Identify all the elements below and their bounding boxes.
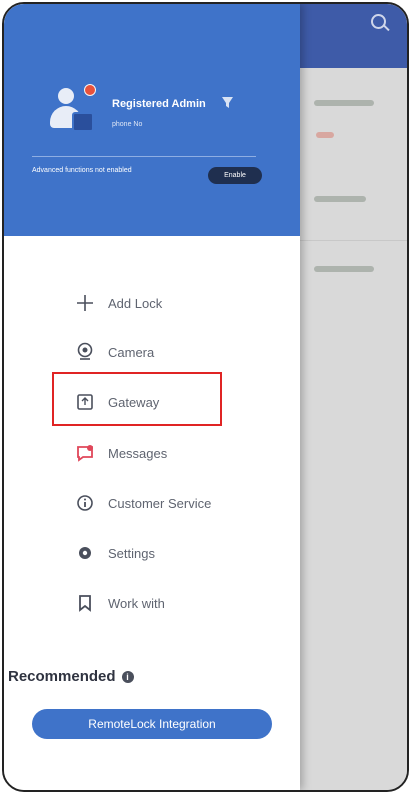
enable-button[interactable]: Enable bbox=[208, 167, 262, 184]
header-divider bbox=[32, 156, 256, 157]
edit-name-icon[interactable] bbox=[220, 94, 236, 110]
admin-name: Registered Admin bbox=[112, 98, 206, 110]
remotelock-integration-button[interactable]: RemoteLock Integration bbox=[32, 709, 272, 739]
menu-item-label: Work with bbox=[108, 595, 165, 611]
background-row bbox=[314, 266, 374, 272]
gateway-highlight bbox=[52, 372, 222, 426]
menu-item-label: Customer Service bbox=[108, 495, 212, 511]
background-row bbox=[316, 132, 334, 138]
message-icon bbox=[74, 442, 96, 464]
phone-number: phone No bbox=[112, 121, 143, 128]
info-circle-icon bbox=[74, 492, 96, 514]
menu-item-label: Messages bbox=[108, 445, 168, 461]
background-divider bbox=[300, 240, 407, 241]
recommended-heading: Recommended i bbox=[8, 668, 134, 685]
menu-item-label: Settings bbox=[108, 545, 155, 561]
avatar[interactable] bbox=[48, 84, 100, 136]
menu-item-label: Add Lock bbox=[108, 295, 163, 311]
background-app bbox=[300, 4, 407, 790]
search-icon[interactable] bbox=[371, 14, 391, 34]
admin-badge-icon bbox=[72, 112, 94, 132]
menu-item-camera[interactable]: Camera bbox=[74, 337, 274, 367]
plus-icon bbox=[74, 292, 96, 314]
phone-frame: Registered Admin phone No Advanced funct… bbox=[2, 2, 409, 792]
side-drawer: Registered Admin phone No Advanced funct… bbox=[4, 4, 300, 790]
info-icon[interactable]: i bbox=[121, 670, 134, 683]
recommended-title: Recommended bbox=[8, 668, 116, 685]
notification-dot bbox=[84, 84, 96, 96]
menu-item-add-lock[interactable]: Add Lock bbox=[74, 288, 274, 318]
camera-icon bbox=[74, 341, 96, 363]
bookmark-icon bbox=[74, 592, 96, 614]
background-row bbox=[314, 100, 374, 106]
background-row bbox=[314, 196, 366, 202]
menu-item-settings[interactable]: Settings bbox=[74, 538, 274, 568]
menu-item-label: Camera bbox=[108, 344, 155, 360]
menu-item-customer-service[interactable]: Customer Service bbox=[74, 488, 274, 518]
drawer-header: Registered Admin phone No Advanced funct… bbox=[4, 4, 300, 236]
menu-item-work-with[interactable]: Work with bbox=[74, 588, 274, 618]
menu-item-messages[interactable]: Messages bbox=[74, 438, 274, 468]
gear-icon bbox=[74, 542, 96, 564]
background-app-header bbox=[300, 4, 407, 68]
advanced-functions-text: Advanced functions not enabled bbox=[32, 167, 132, 174]
